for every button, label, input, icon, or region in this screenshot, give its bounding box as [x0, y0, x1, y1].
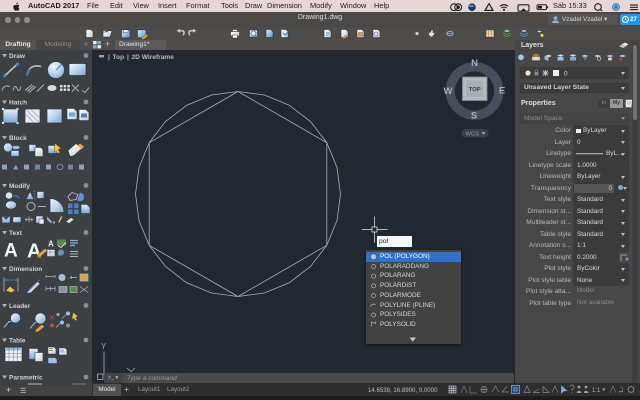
svg-text:2D Wireframe: 2D Wireframe: [132, 54, 175, 61]
svg-text:Table: Table: [9, 337, 26, 344]
svg-text:|: |: [108, 54, 110, 61]
svg-text:Y: Y: [101, 342, 107, 351]
svg-text:|: |: [127, 54, 129, 61]
svg-text:N: N: [471, 58, 478, 69]
svg-text:Text: Text: [9, 230, 23, 237]
svg-text:TOP: TOP: [469, 87, 481, 93]
svg-text:Draw: Draw: [9, 53, 26, 60]
svg-text:S: S: [471, 110, 477, 121]
svg-text:A: A: [4, 240, 18, 261]
svg-text:1:1: 1:1: [592, 388, 601, 394]
svg-text:A: A: [48, 239, 54, 248]
svg-text:Block: Block: [9, 135, 27, 142]
svg-text:W: W: [444, 86, 453, 97]
svg-text:Dimension: Dimension: [9, 266, 42, 273]
svg-text:A: A: [27, 240, 41, 262]
svg-text:WCS: WCS: [466, 131, 480, 137]
svg-text:Parametric: Parametric: [9, 374, 43, 381]
svg-text:Hatch: Hatch: [9, 99, 27, 106]
svg-text:Leader: Leader: [9, 303, 31, 310]
svg-text:Modify: Modify: [9, 183, 30, 190]
svg-text:E: E: [499, 85, 505, 96]
svg-text:0: 0: [564, 71, 568, 78]
svg-text:Top: Top: [113, 54, 125, 61]
